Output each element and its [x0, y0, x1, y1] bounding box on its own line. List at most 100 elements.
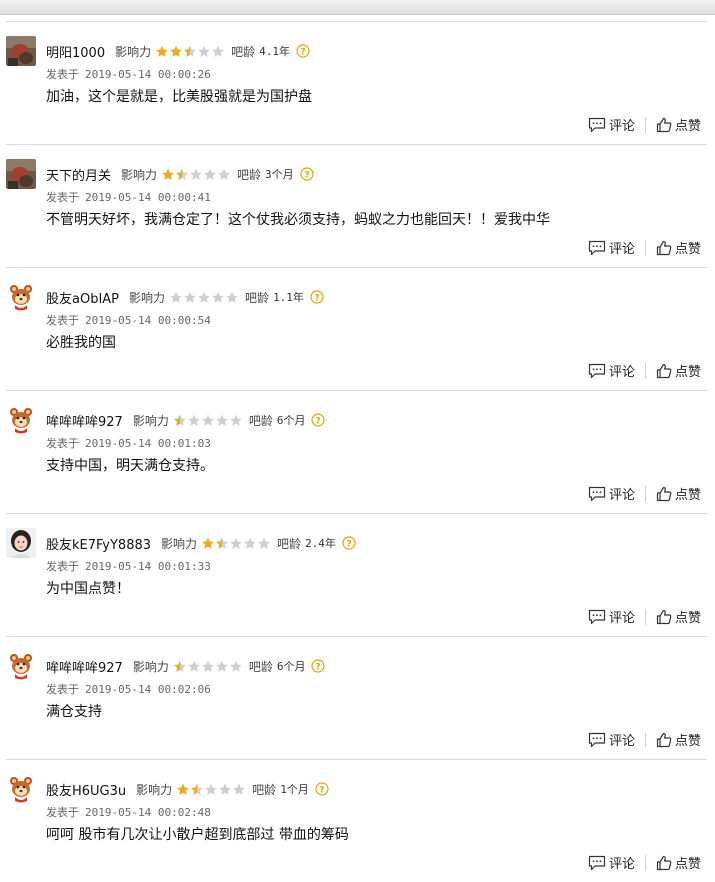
star-icon: [175, 168, 189, 181]
comment-item: 股友H6UG3u 影响力 吧龄 1个月 ? 发表于 2019-05-14 00:0…: [6, 759, 707, 882]
comment-text: 支持中国，明天满仓支持。: [46, 458, 214, 474]
star-icon: [190, 783, 204, 796]
influence-stars: [173, 660, 243, 673]
mascot-avatar-icon[interactable]: [6, 282, 36, 312]
star-icon: [169, 45, 183, 58]
comment-actions: 评论 点赞: [588, 484, 701, 503]
action-divider: [644, 116, 646, 133]
username-link[interactable]: 股友H6UG3u: [46, 780, 126, 799]
comment-icon: [588, 363, 606, 378]
post-time: 发表于 2019-05-14 00:02:06: [46, 681, 211, 697]
thumbs-up-icon: [656, 732, 672, 747]
reply-label: 评论: [608, 119, 635, 134]
comment-text: 呵呵 股市有几次让小散户超到底部过 带血的筹码: [46, 827, 349, 843]
comment-item: 天下的月关 影响力 吧龄 3个月 ? 发表于 2019-05-14 00:00:4…: [6, 144, 707, 267]
help-icon[interactable]: ?: [310, 290, 324, 304]
star-icon: [155, 45, 169, 58]
username-link[interactable]: 哞哞哞哞927: [46, 411, 123, 430]
bar-age-label: 吧龄: [248, 659, 273, 674]
star-icon: [189, 168, 203, 181]
star-icon: [215, 414, 229, 427]
author-row: 股友H6UG3u 影响力 吧龄 1个月 ?: [46, 779, 329, 799]
influence-stars: [201, 537, 271, 550]
reply-button[interactable]: 评论: [588, 361, 635, 380]
comment-text: 为中国点赞！: [46, 581, 130, 597]
author-row: 哞哞哞哞927 影响力 吧龄 6个月 ?: [46, 410, 326, 430]
bar-age-value: 1.1年: [273, 291, 304, 304]
reply-button[interactable]: 评论: [588, 115, 635, 134]
post-timestamp: 2019-05-14 00:00:54: [85, 314, 211, 327]
username-link[interactable]: 天下的月关: [46, 165, 111, 184]
like-button[interactable]: 点赞: [656, 361, 701, 380]
influence-label: 影响力: [132, 659, 169, 674]
comment-actions: 评论 点赞: [588, 607, 701, 626]
star-icon: [173, 414, 187, 427]
comment-text: 不管明天好坏，我满仓定了！这个仗我必须支持，蚂蚁之力也能回天！！爱我中华: [46, 212, 550, 228]
reply-button[interactable]: 评论: [588, 853, 635, 872]
svg-text:?: ?: [300, 48, 305, 58]
comment-text: 满仓支持: [46, 704, 102, 720]
svg-text:?: ?: [304, 171, 309, 181]
post-timestamp: 2019-05-14 00:01:03: [85, 437, 211, 450]
username-link[interactable]: 股友aObIAP: [46, 288, 119, 307]
like-label: 点赞: [674, 857, 701, 872]
star-icon: [183, 291, 197, 304]
like-button[interactable]: 点赞: [656, 484, 701, 503]
photo-avatar-icon[interactable]: [6, 36, 36, 66]
comment-text: 必胜我的国: [46, 335, 116, 351]
star-icon: [201, 414, 215, 427]
username-link[interactable]: 哞哞哞哞927: [46, 657, 123, 676]
photo-avatar-icon[interactable]: [6, 159, 36, 189]
star-icon: [183, 45, 197, 58]
username-link[interactable]: 股友kE7FyY8883: [46, 534, 151, 553]
bar-age-value: 6个月: [276, 414, 306, 427]
girl-avatar-icon[interactable]: [6, 528, 36, 558]
influence-stars: [173, 414, 243, 427]
like-label: 点赞: [674, 488, 701, 503]
username-link[interactable]: 明阳1000: [46, 42, 105, 61]
influence-label: 影响力: [136, 782, 173, 797]
star-icon: [197, 291, 211, 304]
comment-item: 股友aObIAP 影响力 吧龄 1.1年 ? 发表于 2019-05-14 00:…: [6, 267, 707, 390]
post-timestamp: 2019-05-14 00:00:41: [85, 191, 211, 204]
mascot-avatar-icon[interactable]: [6, 405, 36, 435]
star-icon: [176, 783, 190, 796]
help-icon[interactable]: ?: [300, 167, 314, 181]
influence-label: 影响力: [161, 536, 198, 551]
star-icon: [215, 660, 229, 673]
help-icon[interactable]: ?: [311, 413, 326, 427]
star-icon: [204, 783, 218, 796]
post-time: 发表于 2019-05-14 00:01:33: [46, 558, 211, 574]
reply-button[interactable]: 评论: [588, 484, 635, 503]
reply-button[interactable]: 评论: [588, 238, 635, 257]
like-button[interactable]: 点赞: [656, 115, 701, 134]
author-row: 股友kE7FyY8883 影响力 吧龄 2.4年 ?: [46, 533, 356, 553]
reply-button[interactable]: 评论: [588, 607, 635, 626]
post-timestamp: 2019-05-14 00:00:26: [85, 68, 211, 81]
reply-label: 评论: [608, 242, 635, 257]
comment-icon: [588, 486, 606, 501]
reply-button[interactable]: 评论: [588, 730, 635, 749]
like-label: 点赞: [674, 611, 701, 626]
bar-age-label: 吧龄: [237, 167, 262, 182]
thumbs-up-icon: [656, 609, 672, 624]
like-label: 点赞: [674, 365, 701, 380]
post-timestamp: 2019-05-14 00:01:33: [85, 560, 211, 573]
star-icon: [187, 414, 201, 427]
help-icon[interactable]: ?: [315, 782, 329, 796]
help-icon[interactable]: ?: [296, 44, 310, 58]
help-icon[interactable]: ?: [342, 536, 356, 550]
like-button[interactable]: 点赞: [656, 853, 701, 872]
help-icon[interactable]: ?: [311, 659, 326, 673]
thumbs-up-icon: [656, 855, 672, 870]
like-button[interactable]: 点赞: [656, 607, 701, 626]
comment-actions: 评论 点赞: [588, 853, 701, 872]
star-icon: [243, 537, 257, 550]
mascot-avatar-icon[interactable]: [6, 774, 36, 804]
mascot-avatar-icon[interactable]: [6, 651, 36, 681]
post-timestamp: 2019-05-14 00:02:06: [85, 683, 211, 696]
star-icon: [173, 660, 187, 673]
like-button[interactable]: 点赞: [656, 730, 701, 749]
like-button[interactable]: 点赞: [656, 238, 701, 257]
thumbs-up-icon: [656, 117, 672, 132]
